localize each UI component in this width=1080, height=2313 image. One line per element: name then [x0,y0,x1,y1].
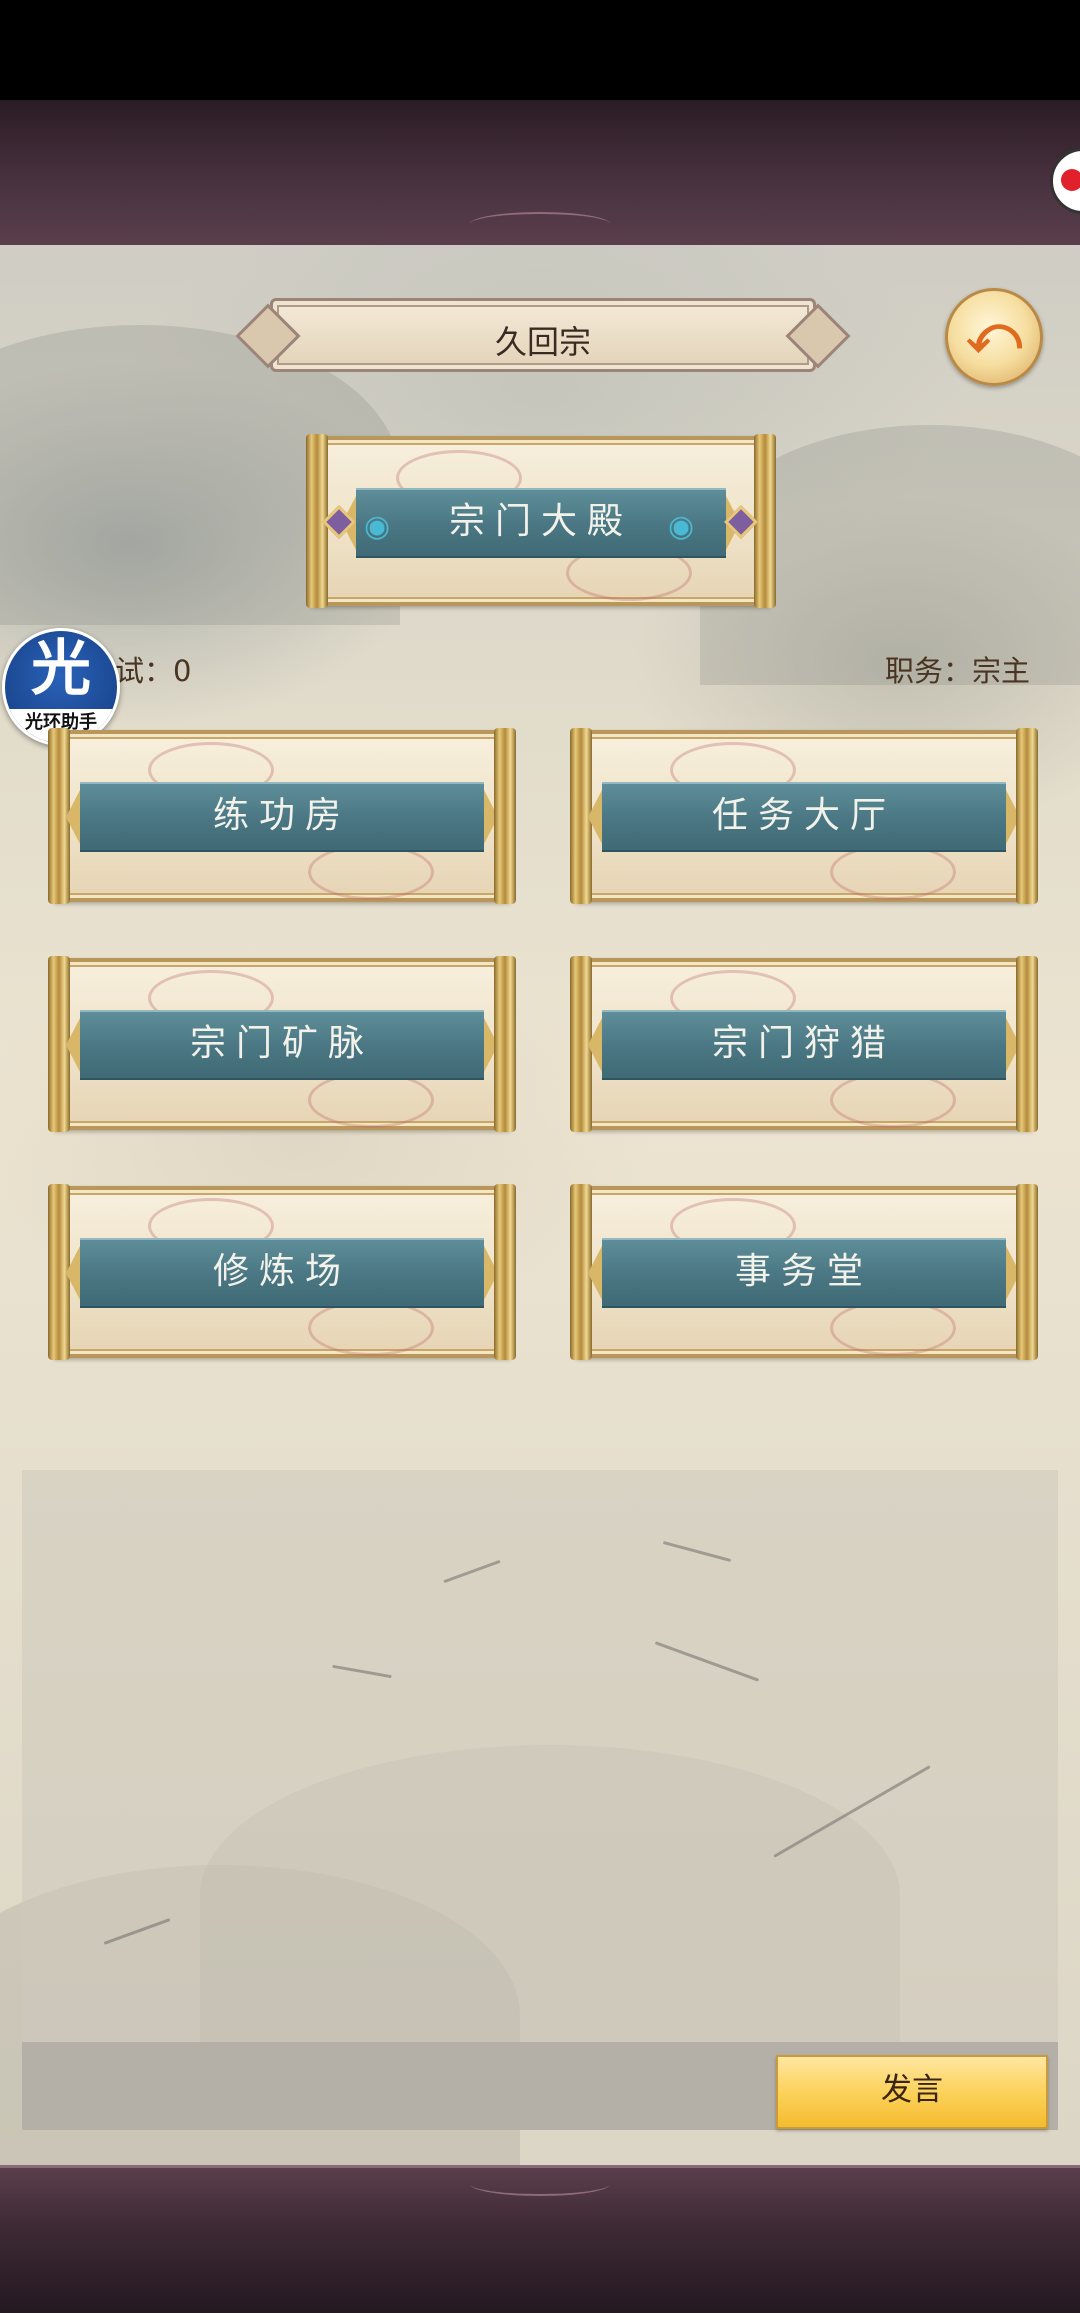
affairs-hall-button[interactable]: 事务堂 [570,1184,1038,1360]
sect-mine-button[interactable]: 宗门矿脉 [48,956,516,1132]
building-banner: 修炼场 [66,1238,498,1308]
building-label: 宗门狩猎 [711,1023,896,1064]
fan-icon: ◉ [668,509,695,544]
building-label: 事务堂 [734,1251,873,1292]
bottom-ornament [470,2172,610,2196]
sect-name: 久回宗 [494,323,591,361]
building-banner: 练功房 [66,782,498,852]
cultivation-ground-button[interactable]: 修炼场 [48,1184,516,1360]
send-button[interactable]: 发言 [776,2055,1048,2129]
building-banner: 宗门狩猎 [588,1010,1020,1080]
back-arrow-icon[interactable]: ⤺ [945,288,1043,386]
building-banner: 事务堂 [588,1238,1020,1308]
helper-glyph: 光 [31,634,91,704]
building-label: 宗门矿脉 [189,1023,374,1064]
fan-icon: ◉ [364,509,391,544]
building-banner: 宗门矿脉 [66,1010,498,1080]
position-info: 职务：宗主 [884,654,1030,688]
sect-hall-label: 宗门大殿 [448,501,633,542]
sect-name-plaque: 久回宗 [270,298,816,372]
task-hall-button[interactable]: 任务大厅 [570,728,1038,904]
building-label: 练功房 [212,795,351,836]
sect-hunt-button[interactable]: 宗门狩猎 [570,956,1038,1132]
training-room-button[interactable]: 练功房 [48,728,516,904]
chat-log-panel[interactable] [22,1470,1058,2042]
status-bar [0,0,1080,100]
building-label: 修炼场 [212,1251,351,1292]
building-banner: 任务大厅 [588,782,1020,852]
building-label: 任务大厅 [711,795,896,836]
contribution-info: 试：0 [115,654,192,688]
top-ornament [470,212,610,236]
